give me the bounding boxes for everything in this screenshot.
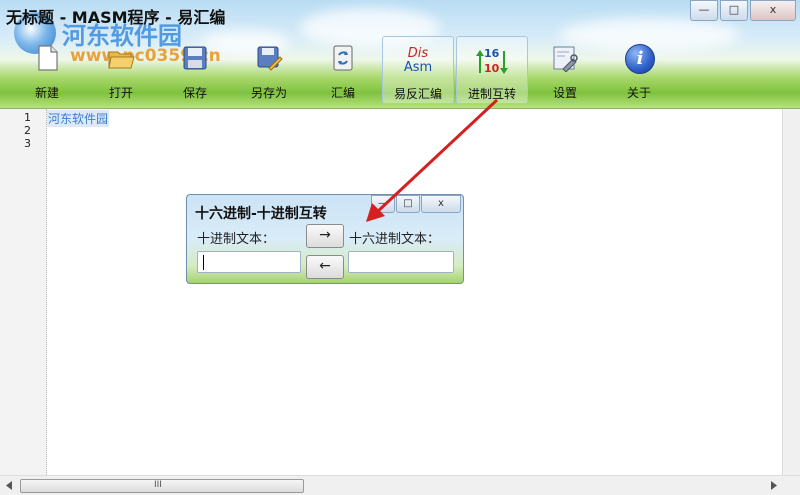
toolbar-new-label: 新建 bbox=[34, 86, 59, 100]
open-folder-icon bbox=[108, 51, 135, 69]
toolbar-assemble-label: 汇编 bbox=[330, 86, 355, 100]
window-title: 无标题 - MASM程序 - 易汇编 bbox=[6, 8, 226, 27]
toolbar-base-convert-label: 进制互转 bbox=[467, 87, 516, 101]
maximize-button[interactable]: □ bbox=[720, 0, 748, 21]
toolbar-open-button[interactable]: 打开 bbox=[86, 36, 156, 102]
dialog-minimize-button[interactable]: — bbox=[371, 195, 395, 213]
about-icon: i bbox=[625, 44, 655, 74]
save-disk-icon bbox=[183, 46, 207, 70]
toolbar-new-button[interactable]: 新建 bbox=[12, 36, 82, 102]
toolbar-about-label: 关于 bbox=[626, 86, 651, 100]
code-line-1[interactable]: 河东软件园 bbox=[47, 110, 110, 127]
toolbar-disasm-label: 易反汇编 bbox=[393, 87, 442, 101]
disasm-icon-bottom-text: Asm bbox=[403, 60, 433, 75]
decimal-text-label: 十进制文本： bbox=[197, 232, 276, 247]
decimal-input[interactable] bbox=[197, 251, 301, 273]
dialog-maximize-button[interactable]: □ bbox=[396, 195, 420, 213]
toolbar-settings-button[interactable]: 设置 bbox=[530, 36, 600, 102]
text-caret bbox=[203, 255, 204, 270]
scroll-left-icon[interactable] bbox=[5, 481, 13, 490]
scroll-grip: III bbox=[154, 480, 162, 490]
horizontal-scrollbar[interactable]: III bbox=[0, 475, 800, 495]
title-and-toolbar-area: 河东软件园 www.pc0359.cn 无标题 - MASM程序 - 易汇编 —… bbox=[0, 0, 800, 109]
toolbar-about-button[interactable]: i 关于 bbox=[604, 36, 674, 102]
minimize-button[interactable]: — bbox=[690, 0, 718, 21]
line-number: 1 bbox=[24, 111, 31, 124]
convert-to-decimal-button[interactable]: ← bbox=[306, 255, 344, 279]
app-window: 河东软件园 www.pc0359.cn 无标题 - MASM程序 - 易汇编 —… bbox=[0, 0, 800, 495]
base-convert-icon-bottom-text: 10 bbox=[484, 62, 500, 75]
toolbar-save-button[interactable]: 保存 bbox=[160, 36, 230, 102]
disasm-icon-top-text: Dis bbox=[407, 46, 429, 61]
line-number-gutter: 1 2 3 bbox=[0, 109, 47, 475]
line-number: 3 bbox=[24, 137, 31, 150]
toolbar-base-convert-button[interactable]: 16 10 进制互转 bbox=[456, 36, 528, 104]
save-as-icon bbox=[257, 46, 283, 71]
base-convert-icon-top-text: 16 bbox=[484, 47, 500, 60]
toolbar-save-as-label: 另存为 bbox=[250, 86, 287, 100]
base-convert-dialog: 十六进制-十进制互转 — □ x 十进制文本： → 十六进制文本： ← bbox=[186, 194, 464, 284]
toolbar-settings-label: 设置 bbox=[552, 86, 577, 100]
assemble-icon bbox=[333, 45, 353, 71]
toolbar-save-as-button[interactable]: 另存为 bbox=[234, 36, 304, 102]
dialog-title: 十六进制-十进制互转 bbox=[195, 206, 327, 222]
vertical-scrollbar[interactable] bbox=[782, 109, 800, 475]
toolbar-save-label: 保存 bbox=[182, 86, 207, 100]
dialog-window-controls: — □ x bbox=[370, 195, 461, 213]
horizontal-scroll-thumb[interactable]: III bbox=[20, 479, 304, 493]
code-editor[interactable]: 1 2 3 河东软件园 bbox=[0, 109, 782, 475]
dialog-close-button[interactable]: x bbox=[421, 195, 461, 213]
window-controls: — □ x bbox=[688, 0, 796, 21]
close-button[interactable]: x bbox=[750, 0, 796, 21]
hex-text-label: 十六进制文本： bbox=[349, 232, 441, 247]
line-number: 2 bbox=[24, 124, 31, 137]
hex-input[interactable] bbox=[348, 251, 454, 273]
convert-to-hex-button[interactable]: → bbox=[306, 224, 344, 248]
new-file-icon bbox=[38, 45, 58, 71]
toolbar-open-label: 打开 bbox=[108, 86, 133, 100]
toolbar-disasm-button[interactable]: Dis Asm 易反汇编 bbox=[382, 36, 454, 104]
settings-icon bbox=[553, 46, 578, 72]
toolbar-assemble-button[interactable]: 汇编 bbox=[308, 36, 378, 102]
scroll-right-icon[interactable] bbox=[770, 481, 778, 490]
